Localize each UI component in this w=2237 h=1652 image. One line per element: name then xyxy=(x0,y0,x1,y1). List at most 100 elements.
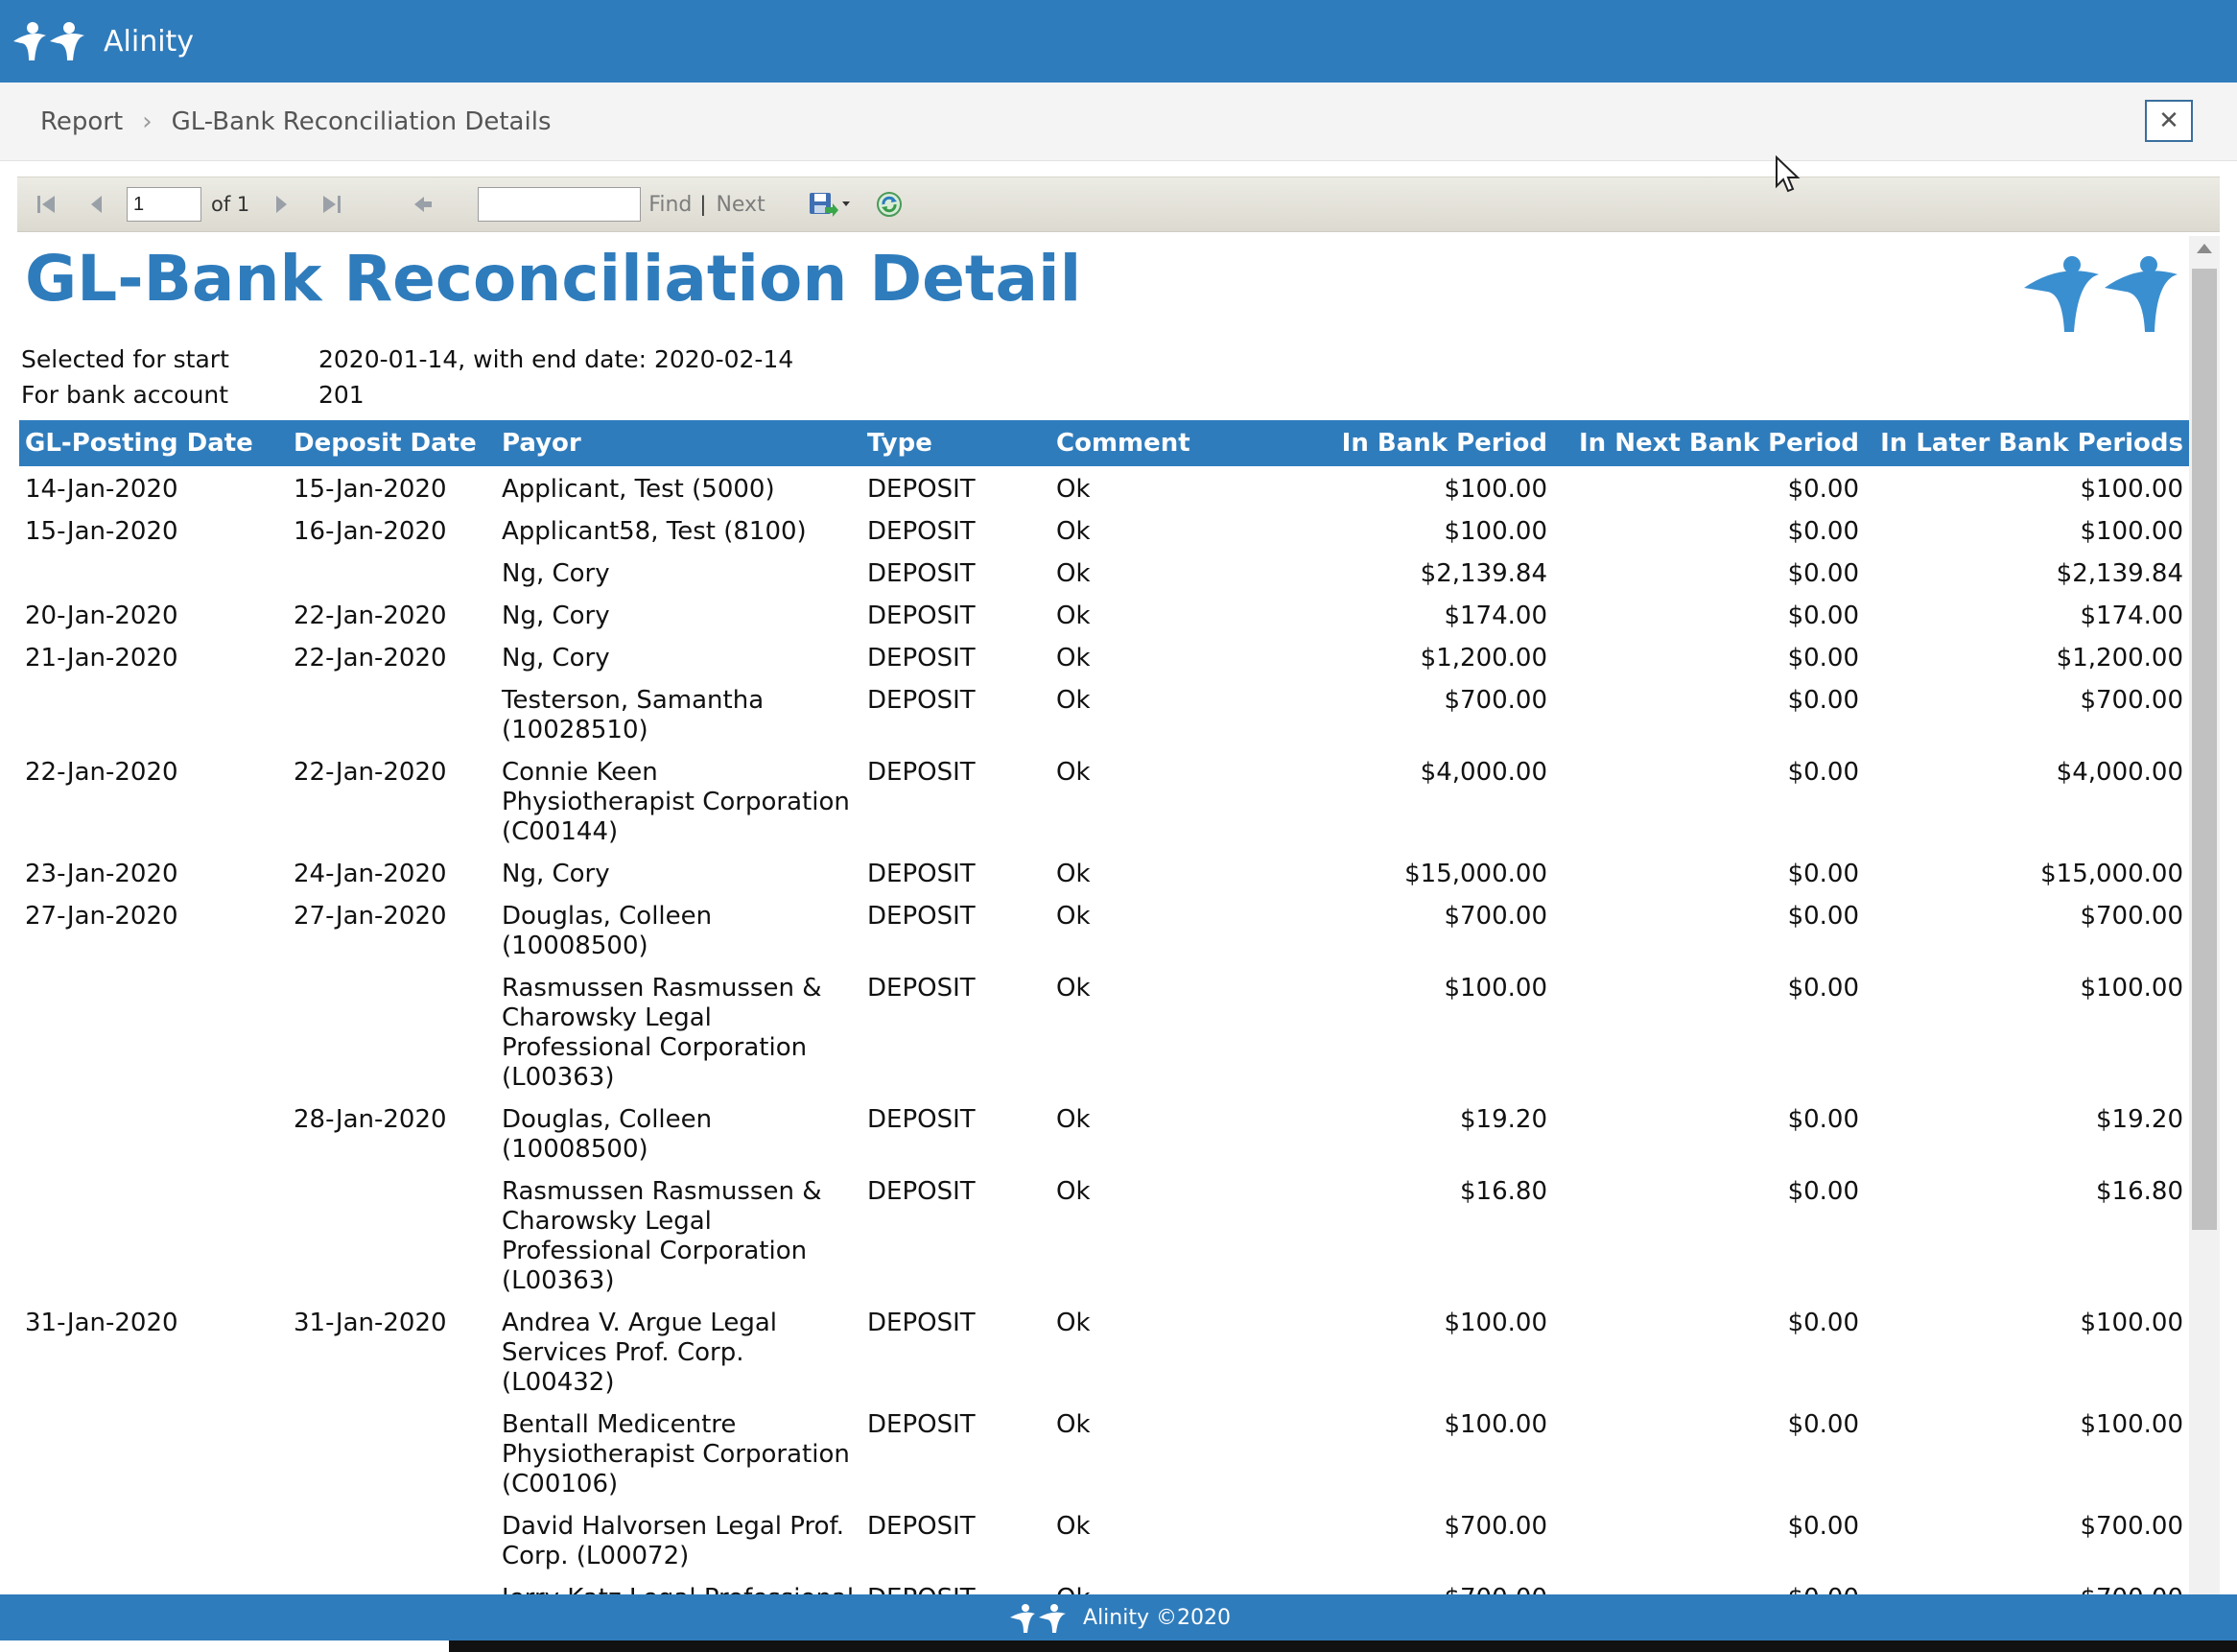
close-button[interactable]: ✕ xyxy=(2145,100,2193,142)
next-page-icon[interactable] xyxy=(267,190,295,219)
scrollbar-thumb[interactable] xyxy=(2192,269,2217,1230)
table-row: 28-Jan-2020 Douglas, Colleen (10008500) DE… xyxy=(19,1097,2189,1168)
table-cell: $700.00 xyxy=(2080,902,2183,931)
breadcrumb-report-link[interactable]: Report xyxy=(40,107,123,136)
table-cell: Andrea V. Argue Legal Services Prof. Cor… xyxy=(502,1309,777,1397)
table-cell: Ok xyxy=(1056,1177,1091,1206)
table-cell: Bentall Medicentre Physiotherapist Corpo… xyxy=(502,1410,850,1499)
table-cell: Douglas, Colleen (10008500) xyxy=(502,1105,713,1164)
table-cell: 22-Jan-2020 xyxy=(294,758,447,787)
table-cell: Ok xyxy=(1056,974,1091,1003)
table-cell: DEPOSIT xyxy=(867,475,976,504)
table-cell: $1,200.00 xyxy=(2056,644,2183,673)
table-cell: Ok xyxy=(1050,1575,1239,1594)
alinity-footer-logo-icon xyxy=(1010,1604,1067,1633)
first-page-icon[interactable] xyxy=(33,190,61,219)
table-cell: Jerry Katz Legal Professional Corporatio… xyxy=(496,1575,861,1594)
table-cell: DEPOSIT xyxy=(867,758,976,787)
report-scrollbar[interactable] xyxy=(2189,236,2220,1594)
find-next-link[interactable]: Next xyxy=(716,193,765,217)
app-window: Alinity Report › GL-Bank Reconciliation … xyxy=(0,0,2237,1652)
table-cell: $100.00 xyxy=(2080,517,2183,546)
table-cell: Ng, Cory xyxy=(502,559,610,588)
table-cell: 22-Jan-2020 xyxy=(294,602,447,630)
table-cell: Ok xyxy=(1056,860,1091,888)
table-cell: $0.00 xyxy=(1787,602,1859,630)
table-cell: $0.00 xyxy=(1787,1105,1859,1134)
table-cell: $100.00 xyxy=(2080,1410,2183,1439)
taskbar-strip xyxy=(449,1640,2237,1652)
table-cell: $15,000.00 xyxy=(2040,860,2183,888)
scroll-up-arrow-icon[interactable] xyxy=(2197,244,2212,253)
table-cell xyxy=(19,1168,288,1300)
table-cell: Ok xyxy=(1056,517,1091,546)
previous-page-icon[interactable] xyxy=(82,190,111,219)
table-cell: $700.00 xyxy=(1444,902,1547,931)
report-body: GL-Bank Reconciliation Detail Selected f… xyxy=(13,236,2189,1594)
column-header: Payor xyxy=(496,420,861,466)
table-cell: Connie Keen Physiotherapist Corporation … xyxy=(502,758,850,846)
table-cell: $0.00 xyxy=(1787,517,1859,546)
table-cell: $0.00 xyxy=(1787,644,1859,673)
column-header: In Next Bank Period xyxy=(1553,420,1865,466)
table-cell: Ok xyxy=(1056,1512,1091,1541)
table-cell: $100.00 xyxy=(1444,1410,1547,1439)
table-cell: $174.00 xyxy=(2080,602,2183,630)
alinity-logo-icon[interactable] xyxy=(8,14,96,68)
column-header: Comment xyxy=(1050,420,1239,466)
table-row: 27-Jan-2020 27-Jan-2020 Douglas, Colleen (… xyxy=(19,893,2189,965)
export-save-icon[interactable] xyxy=(808,190,850,219)
page-number-input[interactable] xyxy=(127,187,201,222)
footer: Alinity ©2020 xyxy=(0,1594,2237,1640)
table-cell: 22-Jan-2020 xyxy=(25,758,178,787)
table-cell: DEPOSIT xyxy=(867,860,976,888)
table-cell: $100.00 xyxy=(1444,517,1547,546)
column-header: Type xyxy=(861,420,1050,466)
footer-copyright: Alinity ©2020 xyxy=(1083,1605,1231,1630)
table-cell: Ok xyxy=(1056,758,1091,787)
table-row: David Halvorsen Legal Prof. Corp. (L0007… xyxy=(19,1503,2189,1575)
last-page-icon[interactable] xyxy=(317,190,345,219)
table-cell xyxy=(19,551,288,593)
table-cell: Ok xyxy=(1056,475,1091,504)
find-text-input[interactable] xyxy=(478,187,642,222)
reconciliation-table: GL-Posting Date Deposit Date Payor Type … xyxy=(19,420,2189,1594)
table-cell: Ok xyxy=(1056,602,1091,630)
table-cell: $2,139.84 xyxy=(1420,559,1547,588)
table-cell xyxy=(288,1168,496,1300)
table-row: Bentall Medicentre Physiotherapist Corpo… xyxy=(19,1402,2189,1503)
app-brand-name: Alinity xyxy=(104,24,195,59)
find-link[interactable]: Find xyxy=(648,193,692,217)
table-cell: $100.00 xyxy=(2080,475,2183,504)
meta-label: For bank account xyxy=(21,381,229,409)
table-cell: 15-Jan-2020 xyxy=(294,475,447,504)
back-to-parent-icon[interactable] xyxy=(409,190,437,219)
table-row: 15-Jan-2020 16-Jan-2020 Applicant58, Test … xyxy=(19,508,2189,551)
table-cell: 27-Jan-2020 xyxy=(25,902,178,931)
page-count-label: of 1 xyxy=(211,193,250,216)
find-divider: | xyxy=(699,193,707,216)
meta-value: 201 xyxy=(318,381,365,409)
table-row: Ng, Cory DEPOSIT Ok $2,139.84 $0.00 $2,139.84 xyxy=(19,551,2189,593)
table-cell: Ng, Cory xyxy=(502,860,610,888)
table-row: 21-Jan-2020 22-Jan-2020 Ng, Cory DEPOSIT Ok $… xyxy=(19,635,2189,677)
breadcrumb-separator-icon: › xyxy=(142,106,153,136)
table-cell: Ok xyxy=(1056,686,1091,715)
table-cell: DEPOSIT xyxy=(867,1105,976,1134)
table-cell: Ng, Cory xyxy=(502,644,610,673)
top-app-bar: Alinity xyxy=(0,0,2237,83)
table-cell: $4,000.00 xyxy=(1420,758,1547,787)
table-cell: DEPOSIT xyxy=(867,902,976,931)
table-cell: Applicant58, Test (8100) xyxy=(502,517,807,546)
table-cell: $0.00 xyxy=(1787,1177,1859,1206)
report-title: GL-Bank Reconciliation Detail xyxy=(25,242,1082,316)
refresh-icon[interactable] xyxy=(875,190,904,219)
table-cell: $4,000.00 xyxy=(2056,758,2183,787)
table-cell: 15-Jan-2020 xyxy=(25,517,178,546)
table-cell: $15,000.00 xyxy=(1404,860,1547,888)
table-cell: Rasmussen Rasmussen & Charowsky Legal Pr… xyxy=(502,1177,822,1295)
meta-value: 2020-01-14, with end date: 2020-02-14 xyxy=(318,345,794,373)
table-cell: DEPOSIT xyxy=(867,686,976,715)
table-cell: 22-Jan-2020 xyxy=(294,644,447,673)
table-row: 14-Jan-2020 15-Jan-2020 Applicant, Test (5… xyxy=(19,466,2189,508)
